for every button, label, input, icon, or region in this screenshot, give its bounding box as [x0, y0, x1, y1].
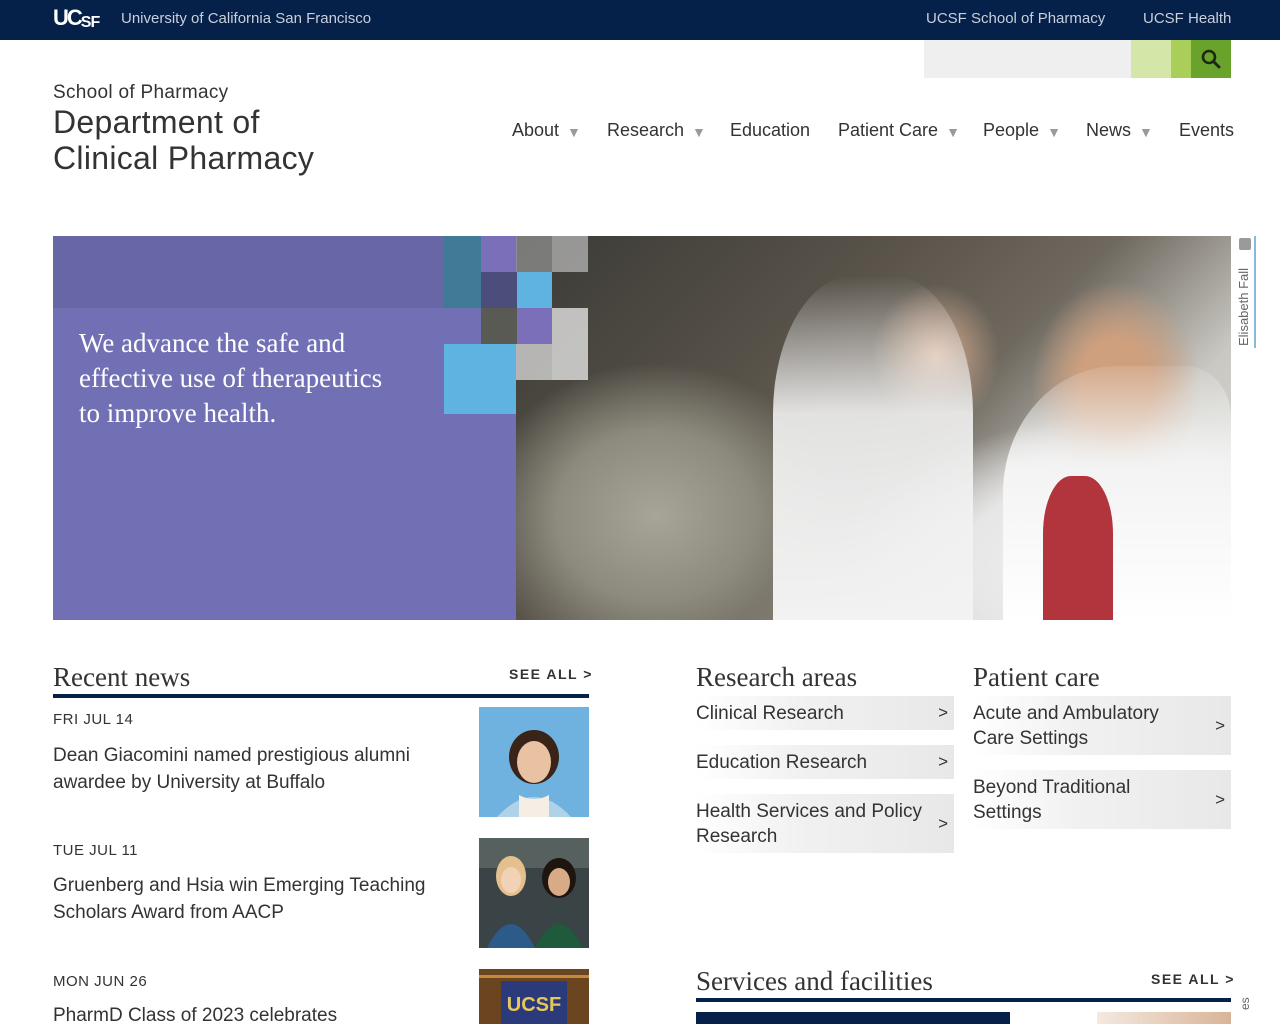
nav-item-label: Research — [607, 120, 685, 140]
section-divider — [53, 694, 589, 698]
news-date: TUE JUL 11 — [53, 842, 139, 859]
logo-uc-text: UC — [53, 5, 83, 30]
nav-item-label: People — [983, 120, 1040, 140]
decorative-square — [516, 236, 552, 272]
decorative-square — [517, 272, 552, 308]
university-link[interactable]: University of California San Francisco — [121, 10, 371, 27]
photo-credit-name: Elisabeth Fall — [1236, 267, 1251, 346]
department-title[interactable]: Department of Clinical Pharmacy — [53, 104, 314, 176]
news-title-link[interactable]: Gruenberg and Hsia win Emerging Teaching… — [53, 872, 453, 926]
link-label: Health Services and Policy Research — [696, 800, 922, 847]
recent-news-heading: Recent news — [53, 662, 191, 692]
decorative-square — [444, 236, 481, 308]
ucsf-health-link[interactable]: UCSF Health — [1143, 10, 1231, 27]
hero-photo-figure — [773, 276, 973, 620]
portrait-image — [479, 707, 589, 817]
svg-text:UCSF: UCSF — [507, 994, 561, 1016]
news-title-link[interactable]: PharmD Class of 2023 celebrates — [53, 1002, 453, 1024]
nav-item-label: About — [512, 120, 560, 140]
department-title-line1: Department of — [53, 104, 260, 140]
news-thumbnail[interactable] — [479, 838, 589, 948]
link-label: Clinical Research — [696, 702, 844, 724]
news-see-all-link[interactable]: SEE ALL > — [509, 666, 593, 682]
chevron-down-icon[interactable]: ▼ — [1139, 124, 1153, 140]
chevron-right-icon: > — [938, 752, 948, 771]
hero-tagline: We advance the safe and effective use of… — [79, 328, 383, 428]
decorative-square — [481, 236, 517, 272]
hero-banner: We advance the safe and effective use of… — [53, 236, 1231, 620]
search-button[interactable] — [1191, 40, 1231, 78]
research-area-link-health-services[interactable]: Health Services and Policy Research > — [696, 794, 954, 853]
decorative-square — [552, 308, 588, 380]
patient-care-heading: Patient care — [973, 662, 1100, 692]
school-name[interactable]: School of Pharmacy — [53, 82, 228, 104]
news-thumbnail[interactable]: UCSF — [479, 969, 589, 1024]
nav-item-label: News — [1086, 120, 1132, 140]
news-title-link[interactable]: Dean Giacomini named prestigious alumni … — [53, 742, 453, 796]
patient-care-link-beyond[interactable]: Beyond Traditional Settings > — [973, 770, 1231, 829]
nav-item-people[interactable]: People ▼ — [983, 120, 1061, 141]
hero-photo-figure — [1003, 366, 1231, 620]
logo-sf-text: SF — [80, 14, 100, 31]
research-area-link-clinical[interactable]: Clinical Research > — [696, 696, 954, 730]
services-heading: Services and facilities — [696, 966, 933, 996]
hero-photo-figure — [1043, 476, 1113, 620]
school-of-pharmacy-link[interactable]: UCSF School of Pharmacy — [926, 10, 1105, 27]
department-title-line2: Clinical Pharmacy — [53, 140, 315, 176]
nav-item-patient-care[interactable]: Patient Care ▼ — [838, 120, 960, 141]
services-image[interactable] — [1097, 1012, 1231, 1024]
chevron-down-icon[interactable]: ▼ — [692, 124, 706, 140]
chevron-right-icon: > — [1215, 715, 1225, 735]
services-card[interactable] — [696, 1012, 1010, 1024]
nav-item-label: Events — [1179, 120, 1235, 140]
decorative-square — [516, 344, 552, 380]
chevron-right-icon: > — [938, 703, 948, 722]
nav-item-label: Patient Care — [838, 120, 939, 140]
nav-item-about[interactable]: About ▼ — [512, 120, 581, 141]
nav-item-label: Education — [730, 120, 811, 140]
patient-care-link-acute[interactable]: Acute and Ambulatory Care Settings > — [973, 696, 1231, 755]
chevron-right-icon: > — [938, 813, 948, 833]
link-label: Education Research — [696, 751, 868, 773]
search-accent-stripe — [1171, 40, 1191, 78]
services-see-all-link[interactable]: SEE ALL > — [1151, 971, 1235, 987]
decorative-square — [481, 308, 517, 344]
news-date: FRI JUL 14 — [53, 711, 134, 728]
chevron-right-icon: > — [1215, 789, 1225, 809]
decorative-square — [552, 236, 588, 272]
nav-item-research[interactable]: Research ▼ — [607, 120, 706, 141]
chevron-down-icon[interactable]: ▼ — [567, 124, 581, 140]
news-thumbnail[interactable] — [479, 707, 589, 817]
search-input[interactable] — [924, 40, 1131, 78]
photo-credit[interactable]: Elisabeth Fall — [1234, 236, 1256, 348]
decorative-square — [481, 272, 517, 308]
decorative-square — [444, 344, 516, 414]
search-accent-stripe — [1131, 40, 1171, 78]
research-areas-heading: Research areas — [696, 662, 858, 692]
link-label: Acute and Ambulatory Care Settings — [973, 702, 1159, 749]
research-area-link-education[interactable]: Education Research > — [696, 745, 954, 779]
portrait-image — [479, 838, 589, 948]
nav-item-education[interactable]: Education — [730, 120, 810, 141]
chevron-down-icon[interactable]: ▼ — [1047, 124, 1061, 140]
top-utility-bar: UC SF University of California San Franci… — [0, 0, 1280, 40]
link-label: Beyond Traditional Settings — [973, 776, 1131, 823]
external-link-icon — [1239, 238, 1251, 250]
side-tab-fragment: es — [1238, 997, 1252, 1010]
ucsf-logo[interactable]: UC SF — [53, 4, 100, 32]
search-icon — [1201, 49, 1221, 69]
decorative-square — [517, 308, 552, 344]
nav-item-events[interactable]: Events — [1179, 120, 1234, 141]
news-date: MON JUN 26 — [53, 973, 148, 990]
chevron-down-icon[interactable]: ▼ — [946, 124, 960, 140]
nav-item-news[interactable]: News ▼ — [1086, 120, 1153, 141]
banner-image: UCSF — [479, 969, 589, 1024]
hero-photo — [516, 236, 1231, 620]
section-divider — [696, 998, 1231, 1002]
